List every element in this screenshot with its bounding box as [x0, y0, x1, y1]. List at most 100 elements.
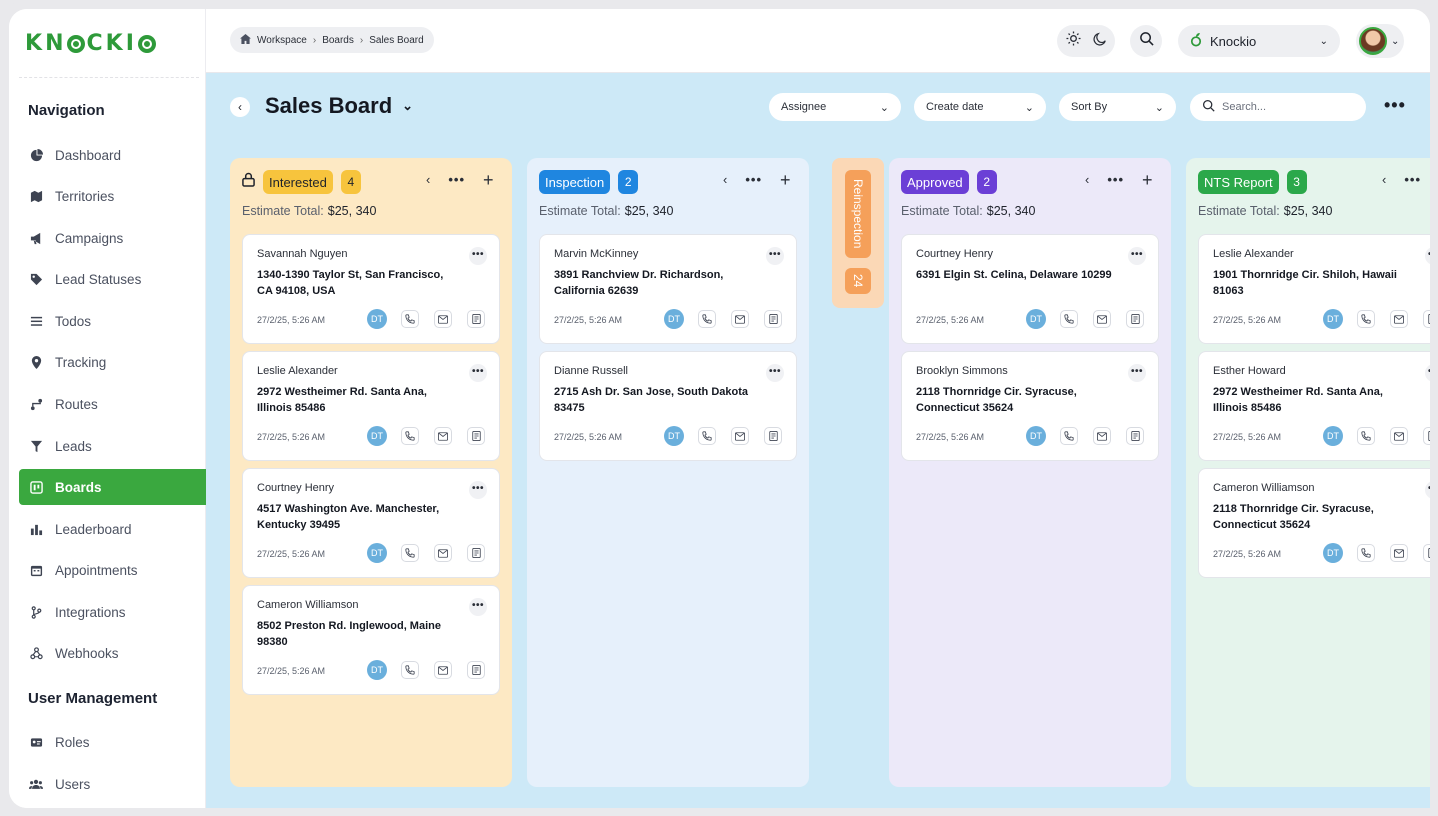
mail-icon[interactable] [731, 427, 749, 445]
assignee-avatar[interactable]: DT [1026, 426, 1046, 446]
card-more-icon[interactable]: ••• [469, 247, 487, 265]
sidebar-item-leads[interactable]: Leads [19, 428, 206, 464]
sidebar-item-leaderboard[interactable]: Leaderboard [19, 511, 206, 547]
notes-icon[interactable] [467, 544, 485, 562]
mail-icon[interactable] [1390, 544, 1408, 562]
breadcrumb-boards[interactable]: Boards [322, 35, 354, 46]
card-more-icon[interactable]: ••• [766, 364, 784, 382]
lead-card[interactable]: Cameron Williamson 2118 Thornridge Cir. S… [1198, 468, 1430, 578]
phone-icon[interactable] [401, 661, 419, 679]
card-more-icon[interactable]: ••• [766, 247, 784, 265]
sidebar-item-roles[interactable]: Roles [19, 724, 206, 760]
sidebar-item-webhooks[interactable]: Webhooks [19, 635, 206, 671]
notes-icon[interactable] [467, 310, 485, 328]
phone-icon[interactable] [1357, 427, 1375, 445]
phone-icon[interactable] [401, 427, 419, 445]
breadcrumb-workspace[interactable]: Workspace [257, 35, 307, 46]
column-more-icon[interactable]: ••• [1404, 172, 1421, 187]
sidebar-item-campaigns[interactable]: Campaigns [19, 220, 206, 256]
lead-card[interactable]: Cameron Williamson 8502 Preston Rd. Ingle… [242, 585, 500, 695]
lead-card[interactable]: Esther Howard 2972 Westheimer Rd. Santa A… [1198, 351, 1430, 461]
assignee-filter[interactable]: Assignee ⌄ [769, 93, 901, 121]
notes-icon[interactable] [1126, 427, 1144, 445]
sidebar-item-appointments[interactable]: Appointments [19, 552, 206, 588]
notes-icon[interactable] [1423, 544, 1430, 562]
mail-icon[interactable] [1390, 427, 1408, 445]
breadcrumb-sales-board[interactable]: Sales Board [369, 35, 423, 46]
organization-selector[interactable]: Knockio ⌄ [1178, 25, 1340, 57]
lead-card[interactable]: Courtney Henry 4517 Washington Ave. Manch… [242, 468, 500, 578]
sidebar-item-tracking[interactable]: Tracking [19, 344, 206, 380]
brand-logo[interactable]: KNCKI [25, 31, 157, 56]
theme-toggle[interactable] [1057, 25, 1115, 57]
sidebar-item-todos[interactable]: Todos [19, 303, 206, 339]
card-more-icon[interactable]: ••• [1425, 247, 1430, 265]
sort-by-filter[interactable]: Sort By ⌄ [1059, 93, 1176, 121]
board-title-dropdown[interactable]: Sales Board ⌄ [265, 93, 413, 119]
phone-icon[interactable] [1060, 427, 1078, 445]
phone-icon[interactable] [698, 310, 716, 328]
sidebar-item-boards[interactable]: Boards [19, 469, 206, 505]
sidebar-item-territories[interactable]: Territories [19, 178, 206, 214]
lead-card[interactable]: Savannah Nguyen 1340-1390 Taylor St, San … [242, 234, 500, 344]
column-more-icon[interactable]: ••• [745, 172, 762, 187]
phone-icon[interactable] [401, 310, 419, 328]
board-more-options-icon[interactable]: ••• [1384, 95, 1406, 116]
notes-icon[interactable] [764, 310, 782, 328]
collapsed-column-reinspection[interactable]: Reinspection 24 [832, 158, 884, 308]
notes-icon[interactable] [1423, 310, 1430, 328]
mail-icon[interactable] [1093, 427, 1111, 445]
lead-card[interactable]: Leslie Alexander 2972 Westheimer Rd. Sant… [242, 351, 500, 461]
phone-icon[interactable] [1357, 310, 1375, 328]
user-avatar-menu[interactable]: ⌄ [1356, 24, 1404, 58]
sidebar-item-users[interactable]: Users [19, 766, 206, 802]
assignee-avatar[interactable]: DT [664, 426, 684, 446]
mail-icon[interactable] [434, 544, 452, 562]
card-more-icon[interactable]: ••• [469, 598, 487, 616]
sidebar-item-integrations[interactable]: Integrations [19, 594, 206, 630]
column-more-icon[interactable]: ••• [1107, 172, 1124, 187]
notes-icon[interactable] [764, 427, 782, 445]
notes-icon[interactable] [467, 661, 485, 679]
card-more-icon[interactable]: ••• [1425, 481, 1430, 499]
assignee-avatar[interactable]: DT [1026, 309, 1046, 329]
back-button[interactable]: ‹ [230, 97, 250, 117]
search-button[interactable] [1130, 25, 1162, 57]
phone-icon[interactable] [698, 427, 716, 445]
add-card-icon[interactable]: + [780, 171, 791, 189]
mail-icon[interactable] [1093, 310, 1111, 328]
chevron-left-icon[interactable]: ‹ [723, 172, 727, 187]
sidebar-item-dashboard[interactable]: Dashboard [19, 137, 206, 173]
assignee-avatar[interactable]: DT [664, 309, 684, 329]
phone-icon[interactable] [401, 544, 419, 562]
notes-icon[interactable] [467, 427, 485, 445]
notes-icon[interactable] [1126, 310, 1144, 328]
card-more-icon[interactable]: ••• [469, 481, 487, 499]
mail-icon[interactable] [434, 661, 452, 679]
search-input[interactable]: Search... [1190, 93, 1366, 121]
lock-icon[interactable] [242, 172, 255, 192]
sidebar-item-routes[interactable]: Routes [19, 386, 206, 422]
lead-card[interactable]: Marvin McKinney 3891 Ranchview Dr. Richar… [539, 234, 797, 344]
sun-icon[interactable] [1065, 31, 1081, 51]
card-more-icon[interactable]: ••• [1128, 247, 1146, 265]
column-more-icon[interactable]: ••• [448, 172, 465, 187]
phone-icon[interactable] [1357, 544, 1375, 562]
add-card-icon[interactable]: + [1142, 171, 1153, 189]
mail-icon[interactable] [1390, 310, 1408, 328]
card-more-icon[interactable]: ••• [1128, 364, 1146, 382]
assignee-avatar[interactable]: DT [367, 660, 387, 680]
mail-icon[interactable] [434, 310, 452, 328]
card-more-icon[interactable]: ••• [469, 364, 487, 382]
card-more-icon[interactable]: ••• [1425, 364, 1430, 382]
add-card-icon[interactable]: + [483, 171, 494, 189]
lead-card[interactable]: Brooklyn Simmons 2118 Thornridge Cir. Syr… [901, 351, 1159, 461]
assignee-avatar[interactable]: DT [1323, 543, 1343, 563]
chevron-left-icon[interactable]: ‹ [426, 172, 430, 187]
assignee-avatar[interactable]: DT [367, 309, 387, 329]
assignee-avatar[interactable]: DT [1323, 426, 1343, 446]
create-date-filter[interactable]: Create date ⌄ [914, 93, 1046, 121]
lead-card[interactable]: Courtney Henry 6391 Elgin St. Celina, Del… [901, 234, 1159, 344]
assignee-avatar[interactable]: DT [1323, 309, 1343, 329]
lead-card[interactable]: Leslie Alexander 1901 Thornridge Cir. Shi… [1198, 234, 1430, 344]
